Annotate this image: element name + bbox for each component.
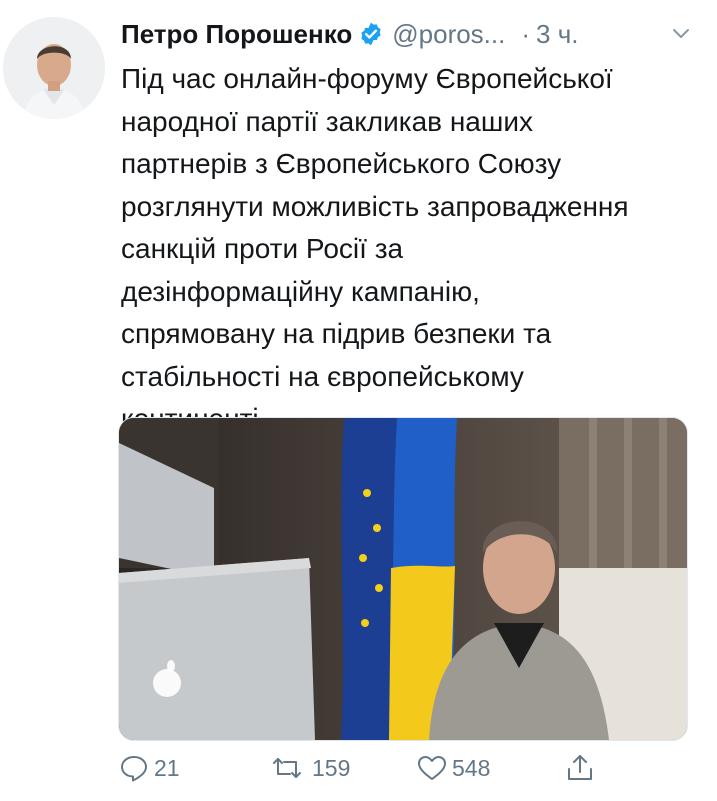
verified-badge-icon [358, 21, 384, 47]
tweet-media-photo[interactable] [118, 417, 688, 741]
reply-count: 21 [154, 754, 180, 781]
retweet-count: 159 [312, 754, 351, 781]
avatar[interactable] [3, 17, 105, 119]
photo-illustration [119, 418, 687, 740]
reply-icon [121, 756, 147, 782]
tweet-text-line: народної партії закликав наших [121, 105, 533, 137]
tweet-text-line: санкцій проти Росії за [121, 233, 404, 264]
tweet-text-line: розглянути можливість запровадження [121, 190, 629, 222]
chevron-down-icon[interactable] [670, 22, 692, 44]
tweet-timestamp[interactable]: 3 ч. [536, 19, 578, 50]
like-count: 548 [452, 754, 491, 781]
tweet-text: Під час онлайн-форуму Європейської народ… [121, 58, 701, 441]
like-icon [418, 756, 446, 780]
tweet-text-line: дезінформаційну кампанію, [121, 275, 480, 307]
reply-button[interactable]: 21 [118, 748, 180, 788]
tweet-text-line: стабільності на європейському [121, 360, 524, 392]
tweet-header: Петро Порошенко @poros... · 3 ч. [121, 14, 696, 54]
author-handle[interactable]: @poros... [392, 19, 505, 50]
share-icon [568, 755, 592, 780]
separator-dot: · [521, 18, 531, 49]
avatar-photo [3, 17, 105, 119]
like-button[interactable]: 548 [416, 748, 490, 788]
tweet-text-line: спрямовану на підрив безпеки та [121, 318, 552, 349]
share-button[interactable] [564, 748, 596, 788]
retweet-icon [273, 758, 301, 778]
tweet-text-line: Під час онлайн-форуму Європейської [121, 63, 613, 94]
tweet-actions: 21 159 548 [118, 748, 678, 788]
author-name[interactable]: Петро Порошенко [121, 19, 352, 50]
retweet-button[interactable]: 159 [266, 748, 350, 788]
tweet-text-line: партнерів з Європейського Союзу [121, 148, 562, 179]
